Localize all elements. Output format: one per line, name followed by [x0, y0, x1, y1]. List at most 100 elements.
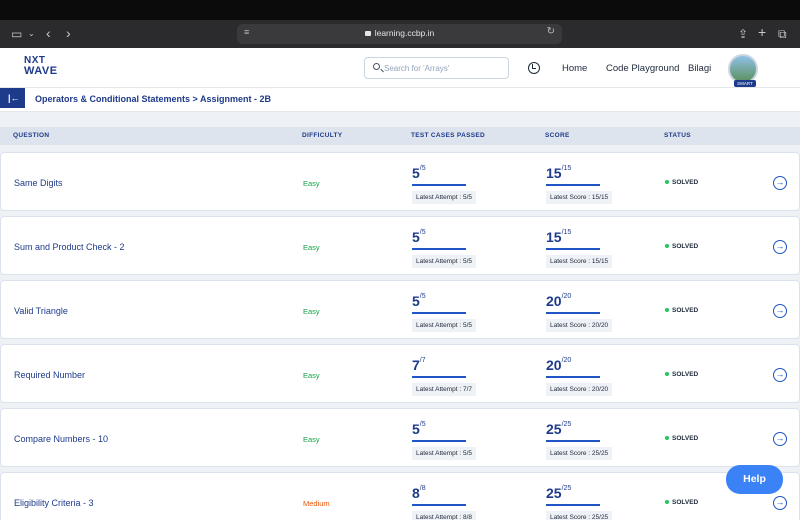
header-score: SCORE — [545, 132, 570, 139]
test-cases-progress-bar — [412, 184, 466, 186]
latest-score: Latest Score : 25/25 — [546, 447, 613, 460]
test-cases-progress-bar — [412, 248, 466, 250]
latest-score: Latest Score : 15/15 — [546, 255, 613, 268]
search-box[interactable] — [364, 57, 509, 79]
table-row[interactable]: Same Digits Easy 5/5 Latest Attempt : 5/… — [0, 152, 800, 211]
tab-overview-icon[interactable]: ⧉ — [778, 25, 787, 43]
score-metric: 15/15 Latest Score : 15/15 — [546, 229, 613, 268]
header-test-cases: TEST CASES PASSED — [411, 132, 485, 139]
score-progress-bar — [546, 440, 600, 442]
open-arrow-icon[interactable]: → — [773, 176, 787, 190]
score-total: /15 — [561, 165, 572, 172]
question-name[interactable]: Sum and Product Check - 2 — [14, 242, 125, 252]
table-row[interactable]: Compare Numbers - 10 Easy 5/5 Latest Att… — [0, 408, 800, 467]
open-arrow-icon[interactable]: → — [773, 304, 787, 318]
reload-icon[interactable]: ↻ — [547, 26, 555, 37]
score-value: 15 — [546, 229, 562, 245]
status-badge: SOLVED — [665, 179, 698, 186]
score-metric: 20/20 Latest Score : 20/20 — [546, 293, 613, 332]
score-progress-bar — [546, 184, 600, 186]
share-icon[interactable]: ⇪ — [738, 25, 748, 43]
nav-home[interactable]: Home — [562, 63, 587, 74]
open-arrow-icon[interactable]: → — [773, 432, 787, 446]
avatar-badge: SMART — [734, 80, 756, 87]
timer-icon[interactable] — [528, 62, 540, 74]
status-badge: SOLVED — [665, 243, 698, 250]
score-progress-bar — [546, 312, 600, 314]
table-row[interactable]: Valid Triangle Easy 5/5 Latest Attempt :… — [0, 280, 800, 339]
test-cases-metric: 7/7 Latest Attempt : 7/7 — [412, 357, 477, 396]
status-dot-icon — [665, 180, 669, 185]
user-name[interactable]: Bilagi — [688, 63, 711, 74]
latest-attempt: Latest Attempt : 5/5 — [412, 319, 477, 332]
test-cases-progress-bar — [412, 312, 466, 314]
os-menu-bar — [0, 0, 800, 20]
table-header: QUESTION DIFFICULTY TEST CASES PASSED SC… — [0, 127, 800, 145]
latest-score: Latest Score : 20/20 — [546, 383, 613, 396]
back-icon[interactable]: ‹ — [46, 24, 51, 42]
forward-icon[interactable]: › — [66, 24, 71, 42]
search-input[interactable] — [384, 61, 504, 76]
collapse-sidebar-button[interactable]: |← — [0, 88, 25, 108]
test-cases-passed: 5 — [412, 165, 420, 181]
search-icon — [373, 63, 380, 70]
score-progress-bar — [546, 376, 600, 378]
status-text: SOLVED — [672, 435, 699, 442]
question-name[interactable]: Compare Numbers - 10 — [14, 434, 108, 444]
difficulty-label: Easy — [303, 179, 320, 188]
status-badge: SOLVED — [665, 371, 698, 378]
test-cases-total: /5 — [419, 421, 426, 428]
test-cases-passed: 5 — [412, 293, 420, 309]
nxtwave-logo[interactable]: NXT WAVE — [24, 56, 58, 77]
test-cases-total: /7 — [419, 357, 426, 364]
status-dot-icon — [665, 372, 669, 377]
score-total: /15 — [561, 229, 572, 236]
score-total: /25 — [561, 421, 572, 428]
table-row[interactable]: Eligibility Criteria - 3 Medium 8/8 Late… — [0, 472, 800, 520]
open-arrow-icon[interactable]: → — [773, 368, 787, 382]
score-progress-bar — [546, 504, 600, 506]
question-name[interactable]: Same Digits — [14, 178, 63, 188]
score-metric: 25/25 Latest Score : 25/25 — [546, 485, 613, 520]
status-text: SOLVED — [672, 243, 699, 250]
address-bar[interactable]: ≡ learning.ccbp.in ↻ — [237, 24, 562, 44]
difficulty-label: Medium — [303, 499, 330, 508]
test-cases-metric: 5/5 Latest Attempt : 5/5 — [412, 293, 477, 332]
question-name[interactable]: Required Number — [14, 370, 85, 380]
question-name[interactable]: Eligibility Criteria - 3 — [14, 498, 94, 508]
difficulty-label: Easy — [303, 243, 320, 252]
status-badge: SOLVED — [665, 499, 698, 506]
open-arrow-icon[interactable]: → — [773, 496, 787, 510]
score-value: 25 — [546, 485, 562, 501]
lock-icon — [364, 31, 371, 36]
url-text: learning.ccbp.in — [374, 28, 435, 38]
latest-attempt: Latest Attempt : 8/8 — [412, 511, 477, 520]
chevron-down-icon[interactable]: ⌄ — [28, 25, 35, 43]
test-cases-passed: 5 — [412, 421, 420, 437]
score-total: /20 — [561, 357, 572, 364]
new-tab-icon[interactable]: + — [758, 23, 766, 41]
help-button[interactable]: Help — [726, 465, 783, 494]
table-row[interactable]: Required Number Easy 7/7 Latest Attempt … — [0, 344, 800, 403]
test-cases-progress-bar — [412, 504, 466, 506]
table-row[interactable]: Sum and Product Check - 2 Easy 5/5 Lates… — [0, 216, 800, 275]
latest-score: Latest Score : 20/20 — [546, 319, 613, 332]
latest-score: Latest Score : 25/25 — [546, 511, 613, 520]
status-dot-icon — [665, 500, 669, 505]
test-cases-total: /5 — [419, 293, 426, 300]
status-dot-icon — [665, 308, 669, 313]
open-arrow-icon[interactable]: → — [773, 240, 787, 254]
question-name[interactable]: Valid Triangle — [14, 306, 68, 316]
breadcrumb-bar: |← Operators & Conditional Statements > … — [0, 88, 800, 112]
nav-code-playground[interactable]: Code Playground — [606, 63, 679, 74]
test-cases-progress-bar — [412, 440, 466, 442]
status-badge: SOLVED — [665, 435, 698, 442]
score-value: 25 — [546, 421, 562, 437]
breadcrumb[interactable]: Operators & Conditional Statements > Ass… — [35, 94, 271, 104]
status-text: SOLVED — [672, 179, 699, 186]
sidebar-toggle-icon[interactable]: ▭ — [11, 25, 22, 43]
test-cases-progress-bar — [412, 376, 466, 378]
header-difficulty: DIFFICULTY — [302, 132, 343, 139]
test-cases-passed: 7 — [412, 357, 420, 373]
score-total: /20 — [561, 293, 572, 300]
